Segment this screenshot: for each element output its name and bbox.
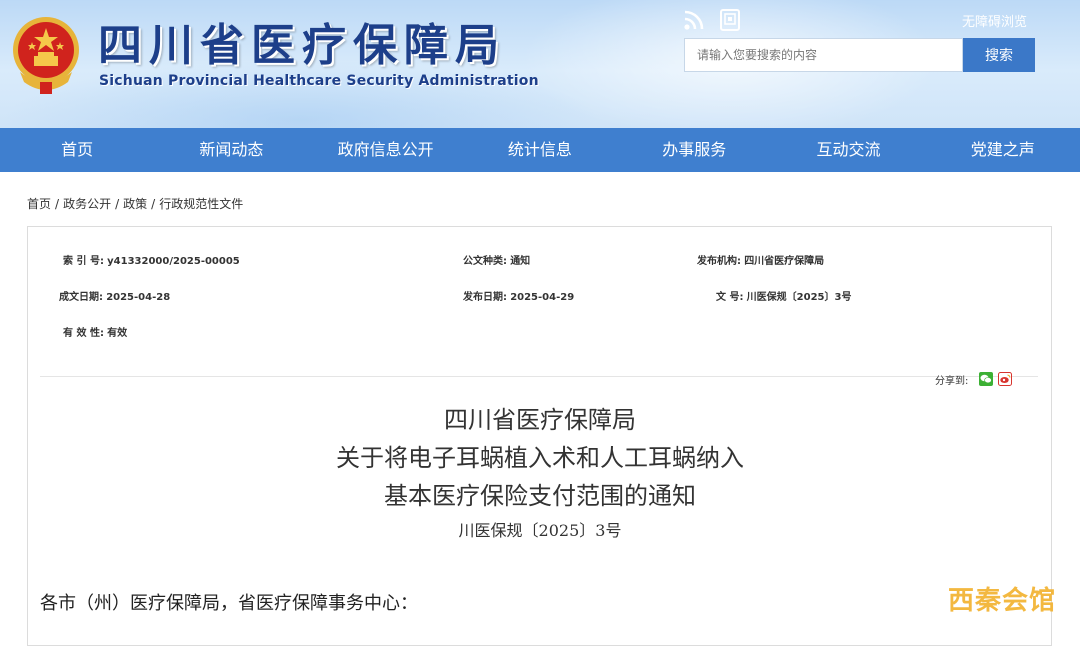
- doc-title-line-2: 关于将电子耳蜗植入术和人工耳蜗纳入: [336, 444, 744, 472]
- meta-doc-type: 公文种类: 通知: [463, 252, 530, 267]
- breadcrumb-normative-docs[interactable]: 行政规范性文件: [159, 197, 243, 211]
- meta-index-value: y41332000/2025-00005: [107, 256, 240, 267]
- site-subtitle: Sichuan Provincial Healthcare Security A…: [99, 73, 539, 89]
- meta-doc-type-label: 公文种类:: [463, 256, 507, 267]
- main-nav: 首页 新闻动态 政府信息公开 统计信息 办事服务 互动交流 党建之声: [0, 128, 1080, 172]
- nav-item-statistics[interactable]: 统计信息: [463, 128, 617, 172]
- doc-title-line-1: 四川省医疗保障局: [444, 406, 636, 434]
- breadcrumb-separator: /: [55, 197, 60, 211]
- doc-number: 川医保规〔2025〕3号: [458, 521, 622, 540]
- weibo-icon[interactable]: [998, 372, 1012, 386]
- share-label: 分享到:: [935, 376, 969, 387]
- breadcrumb-gov-affairs[interactable]: 政务公开: [63, 197, 111, 211]
- meta-validity-label: 有 效 性:: [63, 328, 104, 339]
- meta-created-label: 成文日期:: [59, 292, 103, 303]
- meta-published-label: 发布日期:: [463, 292, 507, 303]
- doc-salutation: 各市（州）医疗保障局，省医疗保障事务中心：: [40, 593, 418, 614]
- meta-divider: [40, 376, 1038, 377]
- breadcrumb-separator: /: [151, 197, 156, 211]
- search-input[interactable]: [684, 38, 963, 72]
- meta-docno-value: 川医保规〔2025〕3号: [746, 292, 852, 303]
- nav-item-interaction[interactable]: 互动交流: [771, 128, 925, 172]
- doc-title-line-3: 基本医疗保险支付范围的通知: [384, 482, 696, 510]
- meta-validity-value: 有效: [107, 328, 128, 339]
- meta-publisher-label: 发布机构:: [697, 256, 741, 267]
- nav-item-party[interactable]: 党建之声: [926, 128, 1080, 172]
- breadcrumb-policy[interactable]: 政策: [123, 197, 147, 211]
- breadcrumb-home[interactable]: 首页: [27, 197, 51, 211]
- meta-doc-type-value: 通知: [510, 256, 531, 267]
- meta-created: 成文日期: 2025-04-28: [59, 288, 170, 303]
- meta-index-label: 索 引 号:: [63, 256, 104, 267]
- breadcrumb: 首页 / 政务公开 / 政策 / 行政规范性文件: [27, 195, 243, 212]
- meta-publisher-value: 四川省医疗保障局: [744, 256, 825, 267]
- meta-index: 索 引 号: y41332000/2025-00005: [63, 252, 240, 267]
- rss-icon[interactable]: [683, 9, 705, 31]
- wechat-icon[interactable]: [979, 372, 993, 386]
- national-emblem-icon: [13, 17, 79, 94]
- meta-publisher: 发布机构: 四川省医疗保障局: [697, 252, 824, 267]
- mobile-icon[interactable]: [719, 8, 741, 32]
- nav-item-home[interactable]: 首页: [0, 128, 154, 172]
- breadcrumb-separator: /: [115, 197, 120, 211]
- nav-item-gov-info[interactable]: 政府信息公开: [309, 128, 463, 172]
- meta-validity: 有 效 性: 有效: [63, 324, 127, 339]
- search-button[interactable]: 搜索: [963, 38, 1035, 72]
- accessibility-link[interactable]: 无障碍浏览: [962, 11, 1027, 30]
- site-title: 四川省医疗保障局: [98, 20, 506, 71]
- meta-published-value: 2025-04-29: [510, 292, 575, 303]
- meta-docno: 文 号: 川医保规〔2025〕3号: [716, 288, 851, 303]
- nav-item-services[interactable]: 办事服务: [617, 128, 771, 172]
- meta-created-value: 2025-04-28: [106, 292, 171, 303]
- nav-item-news[interactable]: 新闻动态: [154, 128, 308, 172]
- watermark: 西秦会馆: [948, 586, 1057, 616]
- meta-docno-label: 文 号:: [716, 292, 744, 303]
- meta-published: 发布日期: 2025-04-29: [463, 288, 574, 303]
